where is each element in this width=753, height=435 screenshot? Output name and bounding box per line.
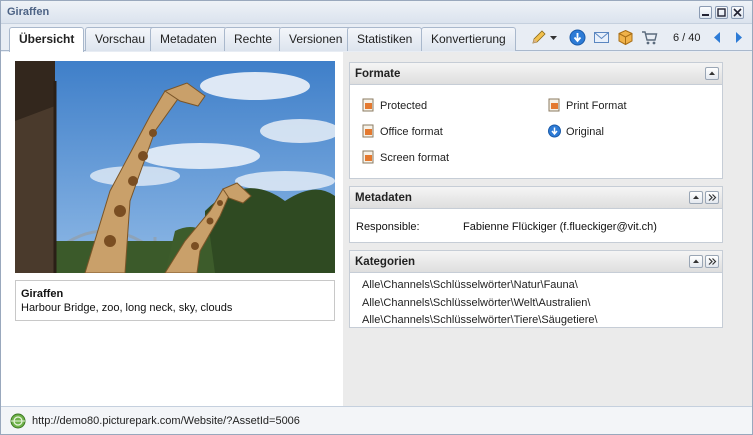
page-counter: 6 / 40 (673, 32, 701, 44)
metadata-label: Responsible: (356, 221, 420, 233)
category-item[interactable]: Alle\Channels\Schlüsselwörter\Welt\Austr… (362, 297, 590, 309)
collapse-metadata-button[interactable] (689, 191, 703, 204)
details-pane: Formate Protected Print Format Office fo… (343, 52, 752, 406)
asset-keywords: Harbour Bridge, zoo, long neck, sky, clo… (21, 302, 233, 314)
categories-heading: Kategorien (355, 256, 416, 268)
minimize-icon (702, 14, 709, 16)
asset-preview-image[interactable] (15, 61, 335, 273)
format-file-icon (362, 124, 374, 138)
collapse-formats-button[interactable] (705, 67, 719, 80)
collapse-icon (709, 71, 715, 75)
format-print[interactable]: Print Format (548, 98, 627, 112)
tab-uebersicht[interactable]: Übersicht (9, 27, 85, 52)
dropdown-arrow-icon[interactable] (549, 29, 558, 46)
tab-bar: Übersicht Vorschau Metadaten Rechte Vers… (1, 24, 752, 52)
tab-metadaten[interactable]: Metadaten (150, 27, 227, 51)
collapse-icon (693, 259, 699, 263)
status-bar: http://demo80.picturepark.com/Website/?A… (1, 406, 752, 434)
categories-panel: Kategorien Alle\Channels\Schlüsselwörter… (349, 250, 723, 328)
window-title: Giraffen (7, 6, 50, 18)
asset-window: Giraffen Übersicht Vorschau Metadaten Re… (0, 0, 753, 435)
metadata-panel-header: Metadaten (350, 187, 722, 209)
metadata-heading: Metadaten (355, 192, 412, 204)
format-screen[interactable]: Screen format (362, 150, 449, 164)
category-item[interactable]: Alle\Channels\Schlüsselwörter\Natur\Faun… (362, 279, 578, 291)
collapse-icon (693, 195, 699, 199)
metadata-panel: Metadaten Responsible: Fabienne Flückige… (349, 186, 723, 243)
title-bar: Giraffen (1, 1, 752, 24)
formats-heading: Formate (355, 68, 401, 80)
tab-statistiken[interactable]: Statistiken (347, 27, 423, 51)
close-button[interactable] (731, 6, 744, 19)
content-area: Giraffen Harbour Bridge, zoo, long neck,… (1, 52, 752, 406)
maximize-icon (717, 8, 726, 17)
category-item[interactable]: Alle\Channels\Schlüsselwörter\Tiere\Säug… (362, 314, 598, 326)
formats-panel: Formate Protected Print Format Office fo… (349, 62, 723, 179)
format-file-icon (362, 98, 374, 112)
download-icon[interactable] (569, 29, 586, 46)
format-file-icon (362, 150, 374, 164)
close-icon (733, 8, 742, 17)
preview-pane: Giraffen Harbour Bridge, zoo, long neck,… (1, 52, 343, 406)
tab-konvertierung[interactable]: Konvertierung (421, 27, 516, 51)
double-chevron-right-icon (708, 258, 717, 265)
format-office[interactable]: Office format (362, 124, 443, 138)
asset-caption: Giraffen Harbour Bridge, zoo, long neck,… (15, 280, 335, 321)
web-link-icon (10, 413, 26, 429)
format-protected[interactable]: Protected (362, 98, 427, 112)
format-file-icon (548, 98, 560, 112)
maximize-button[interactable] (715, 6, 728, 19)
package-icon[interactable] (617, 29, 634, 46)
asset-url[interactable]: http://demo80.picturepark.com/Website/?A… (32, 415, 300, 427)
format-original[interactable]: Original (548, 124, 604, 138)
tab-rechte[interactable]: Rechte (224, 27, 283, 51)
cart-icon[interactable] (641, 29, 658, 46)
tab-versionen[interactable]: Versionen (279, 27, 353, 51)
minimize-button[interactable] (699, 6, 712, 19)
tab-vorschau[interactable]: Vorschau (85, 27, 156, 51)
expand-metadata-button[interactable] (705, 191, 719, 204)
pencil-icon[interactable] (530, 29, 547, 46)
next-arrow-icon[interactable] (730, 29, 747, 46)
previous-arrow-icon[interactable] (709, 29, 726, 46)
formats-panel-header: Formate (350, 63, 722, 85)
expand-categories-button[interactable] (705, 255, 719, 268)
collapse-categories-button[interactable] (689, 255, 703, 268)
asset-name: Giraffen (21, 288, 64, 300)
mail-icon[interactable] (593, 29, 610, 46)
double-chevron-right-icon (708, 194, 717, 201)
metadata-value: Fabienne Flückiger (f.flueckiger@vit.ch) (463, 221, 657, 233)
download-icon (548, 124, 561, 138)
categories-panel-header: Kategorien (350, 251, 722, 273)
